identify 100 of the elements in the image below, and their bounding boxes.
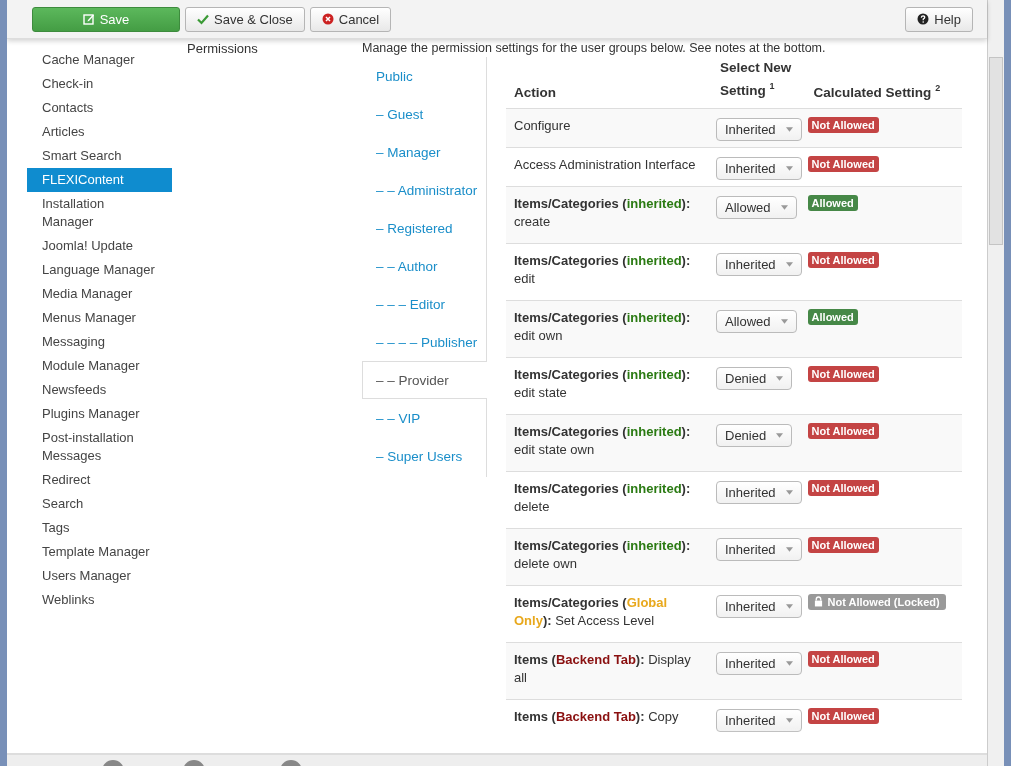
setting-select[interactable]: Inherited bbox=[716, 651, 802, 675]
result-label: Not Allowed bbox=[807, 707, 879, 724]
sidebar-item[interactable]: Newsfeeds bbox=[27, 378, 172, 402]
setting-select[interactable]: Inherited bbox=[716, 156, 802, 180]
sidebar-item[interactable]: Plugins Manager bbox=[27, 402, 172, 426]
action-name: Items/Categories (inherited): edit state own bbox=[514, 423, 691, 457]
result-label: Not Allowed bbox=[807, 422, 879, 439]
sidebar-item[interactable]: FLEXIContent bbox=[27, 168, 172, 192]
result-label: Not Allowed bbox=[807, 155, 879, 172]
sidebar-item[interactable]: Redirect bbox=[27, 468, 172, 492]
sidebar-item[interactable]: Weblinks bbox=[27, 588, 172, 612]
tag-text: Backend Tab bbox=[555, 708, 636, 724]
tag-text: inherited bbox=[626, 252, 682, 268]
tag-text: inherited bbox=[626, 480, 682, 496]
sidebar-item[interactable]: Menus Manager bbox=[27, 306, 172, 330]
lock-icon bbox=[813, 596, 823, 607]
tag-text: inherited bbox=[626, 195, 682, 211]
check-icon bbox=[197, 13, 209, 25]
setting-select[interactable]: Allowed bbox=[716, 195, 797, 219]
intro-text: Manage the permission settings for the user groups below. See notes at the bottom. bbox=[362, 41, 826, 55]
sidebar-item[interactable]: Media Manager bbox=[27, 282, 172, 306]
sidebar-item[interactable]: Cache Manager bbox=[27, 48, 172, 72]
action-name: Configure bbox=[514, 117, 571, 133]
group-tab[interactable]: – – Author bbox=[362, 247, 486, 285]
action-name: Access Administration Interface bbox=[514, 156, 696, 172]
sidebar-item[interactable]: Smart Search bbox=[27, 144, 172, 168]
tag-text: inherited bbox=[626, 366, 682, 382]
setting-select[interactable]: Inherited bbox=[716, 117, 802, 141]
setting-select[interactable]: Inherited bbox=[716, 252, 802, 276]
group-tab[interactable]: – – Administrator bbox=[362, 171, 486, 209]
action-name: Items/Categories (inherited): delete own bbox=[514, 537, 691, 571]
sidebar-item[interactable]: Joomla! Update bbox=[27, 234, 172, 258]
caret-icon bbox=[785, 261, 793, 267]
caret-icon bbox=[785, 126, 793, 132]
setting-select[interactable]: Inherited bbox=[716, 480, 802, 504]
caret-icon bbox=[785, 717, 793, 723]
group-tab[interactable]: – – – Editor bbox=[362, 285, 486, 323]
caret-icon bbox=[785, 489, 793, 495]
edit-icon bbox=[82, 13, 95, 25]
field-label: Permissions bbox=[187, 41, 258, 56]
sidebar-item[interactable]: Check-in bbox=[27, 72, 172, 96]
action-name: Items/Categories (inherited): edit bbox=[514, 252, 691, 286]
sidebar-item[interactable]: Search bbox=[27, 492, 172, 516]
result-label: Not Allowed (Locked) bbox=[807, 593, 946, 610]
group-tab[interactable]: – – Provider bbox=[362, 361, 487, 399]
sidebar-item[interactable]: Articles bbox=[27, 120, 172, 144]
result-label: Not Allowed bbox=[807, 251, 879, 268]
group-tab[interactable]: – – – – Publisher bbox=[362, 323, 486, 361]
tag-text: inherited bbox=[626, 537, 682, 553]
action-name: Items/Categories (inherited): edit own bbox=[514, 309, 691, 343]
sidebar-item[interactable]: Module Manager bbox=[27, 354, 172, 378]
column-header: Select New Setting $^{1}$ bbox=[712, 57, 806, 108]
group-tab[interactable]: – Registered bbox=[362, 209, 486, 247]
result-label: Not Allowed bbox=[807, 650, 879, 667]
setting-select[interactable]: Denied bbox=[716, 366, 793, 390]
setting-select[interactable]: Inherited bbox=[716, 594, 802, 618]
close-icon bbox=[321, 13, 334, 25]
group-tab[interactable]: Public bbox=[362, 57, 486, 95]
sidebar-item[interactable]: Contacts bbox=[27, 96, 172, 120]
action-name: Items/Categories (inherited): create bbox=[514, 195, 691, 229]
tag-text: Backend Tab bbox=[555, 651, 636, 667]
result-label: Not Allowed bbox=[807, 116, 879, 133]
setting-select[interactable]: Denied bbox=[716, 423, 793, 447]
scrollbar-thumb[interactable] bbox=[989, 57, 1003, 245]
group-tab[interactable]: – – VIP bbox=[362, 399, 486, 437]
action-name: Items/Categories (inherited): edit state bbox=[514, 366, 691, 400]
setting-select[interactable]: Allowed bbox=[716, 309, 797, 333]
result-label: Allowed bbox=[807, 308, 858, 325]
caret-icon bbox=[785, 603, 793, 609]
toolbar-button[interactable]: Save & Close bbox=[185, 6, 305, 32]
sidebar-item[interactable]: Installation Manager bbox=[27, 192, 172, 234]
toolbar-button[interactable]: Cancel bbox=[309, 6, 392, 32]
sidebar-item[interactable]: Messaging bbox=[27, 330, 172, 354]
caret-icon bbox=[780, 204, 788, 210]
result-label: Allowed bbox=[807, 194, 858, 211]
setting-select[interactable]: Inherited bbox=[716, 708, 802, 732]
group-tab[interactable]: – Guest bbox=[362, 95, 486, 133]
tag-text: inherited bbox=[626, 309, 682, 325]
sidebar-item[interactable]: Post-installation Messages bbox=[27, 426, 172, 468]
sidebar-item[interactable]: Template Manager bbox=[27, 540, 172, 564]
caret-icon bbox=[785, 660, 793, 666]
caret-icon bbox=[776, 375, 784, 381]
caret-icon bbox=[785, 165, 793, 171]
group-tab[interactable]: – Manager bbox=[362, 133, 486, 171]
help-button[interactable]: Help bbox=[905, 6, 973, 32]
column-header: Action bbox=[506, 57, 712, 108]
action-name: Items/Categories (Global Only): Set Access Level bbox=[514, 594, 668, 628]
caret-icon bbox=[780, 318, 788, 324]
sidebar-item[interactable]: Users Manager bbox=[27, 564, 172, 588]
column-header: Calculated Setting $^{2}$ bbox=[805, 57, 962, 108]
sidebar-item[interactable]: Tags bbox=[27, 516, 172, 540]
help-icon bbox=[917, 13, 930, 25]
sidebar-item[interactable]: Language Manager bbox=[27, 258, 172, 282]
result-label: Not Allowed bbox=[807, 536, 879, 553]
scrollbar[interactable] bbox=[987, 0, 1004, 766]
setting-select[interactable]: Inherited bbox=[716, 537, 802, 561]
action-name: Items/Categories (inherited): delete bbox=[514, 480, 691, 514]
group-tab[interactable]: – Super Users bbox=[362, 437, 486, 475]
action-name: Items (Backend Tab): Copy bbox=[514, 708, 679, 724]
caret-icon bbox=[776, 432, 784, 438]
